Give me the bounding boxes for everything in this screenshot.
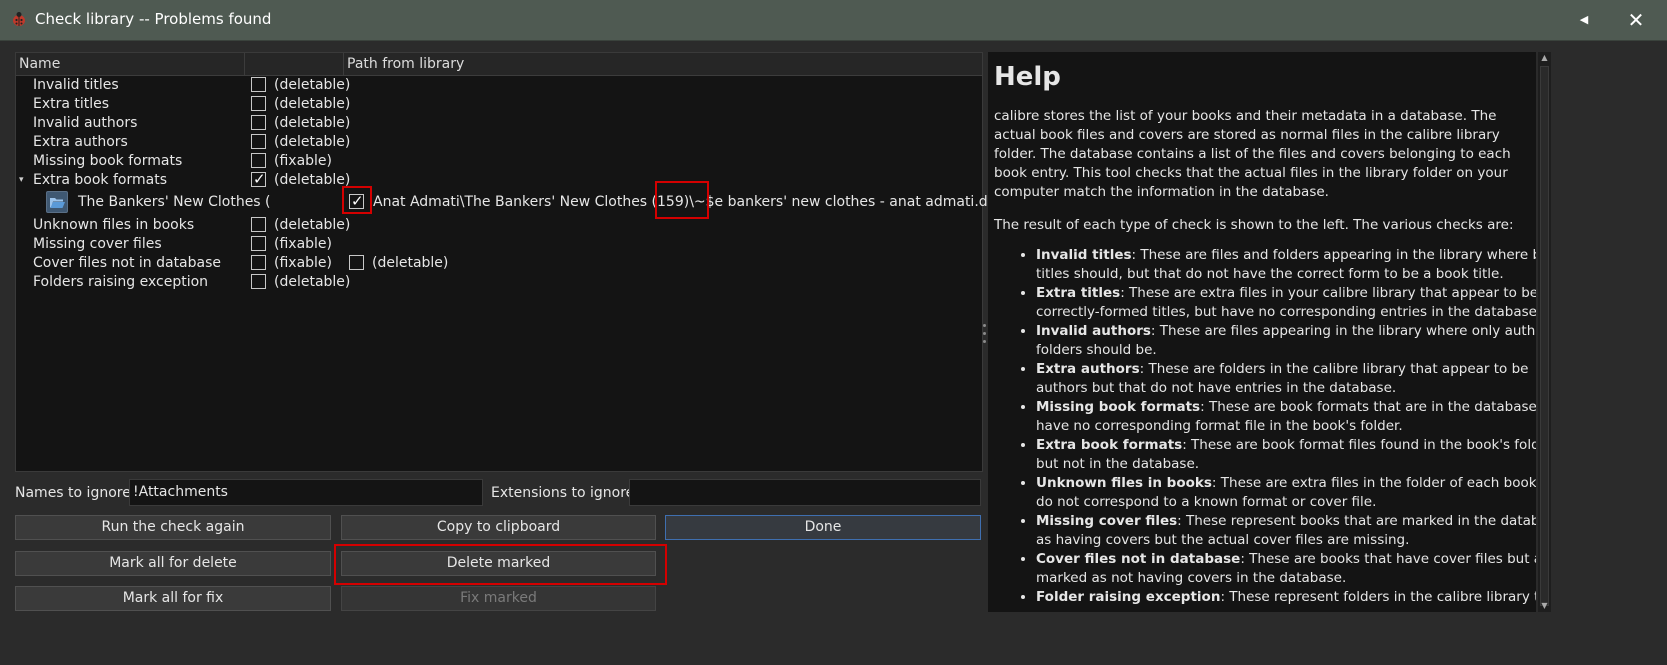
tree-row-invalid-authors[interactable]: Invalid authors (deletable) <box>16 114 982 133</box>
tree-row-extra-book-formats[interactable]: ▾ Extra book formats (deletable) <box>16 170 982 190</box>
tree-child-row[interactable]: The Bankers' New Clothes ( Anat Admati\T… <box>16 190 1012 214</box>
list-item: Missing book formats: These are book for… <box>1036 398 1536 436</box>
row-name: Folders raising exception <box>33 274 209 290</box>
help-intro: calibre stores the list of your books an… <box>994 108 1511 200</box>
extensions-to-ignore-input[interactable] <box>629 479 981 506</box>
row-name: Invalid titles <box>33 77 119 93</box>
done-button[interactable]: Done <box>665 515 981 540</box>
tree-row-extra-authors[interactable]: Extra authors (deletable) <box>16 133 982 152</box>
row-checkbox[interactable] <box>251 236 266 251</box>
window-title: Check library -- Problems found <box>35 10 272 28</box>
tree-row-invalid-titles[interactable]: Invalid titles (deletable) <box>16 76 982 95</box>
mark-all-for-delete-button[interactable]: Mark all for delete <box>15 551 331 576</box>
mark-all-for-fix-button[interactable]: Mark all for fix <box>15 586 331 611</box>
row-checkbox[interactable] <box>251 274 266 289</box>
row-name: Extra book formats <box>33 172 167 188</box>
tree-row-missing-book-formats[interactable]: Missing book formats (fixable) <box>16 152 982 171</box>
list-item: Unknown files in books: These are extra … <box>1036 474 1536 512</box>
list-item: Folder raising exception: These represen… <box>1036 588 1536 607</box>
column-header-name[interactable]: Name <box>16 53 245 75</box>
title-bar: Check library -- Problems found ◀ ✕ <box>0 0 1667 41</box>
splitter-handle[interactable] <box>983 324 987 350</box>
row-state: (deletable) <box>274 274 351 290</box>
row-name: Invalid authors <box>33 115 138 131</box>
column-header-check[interactable] <box>245 53 344 75</box>
row-state: (deletable) <box>274 115 351 131</box>
scroll-down-icon[interactable]: ▼ <box>1538 600 1551 612</box>
tree-header: Name Path from library <box>16 53 982 76</box>
collapse-back-icon[interactable]: ◀ <box>1570 6 1598 34</box>
folder-open-icon <box>46 191 68 213</box>
copy-to-clipboard-button[interactable]: Copy to clipboard <box>341 515 656 540</box>
row-checkbox[interactable] <box>251 96 266 111</box>
list-item: Invalid authors: These are files appeari… <box>1036 322 1536 360</box>
help-title: Help <box>994 62 1061 92</box>
list-item: Cover files not in database: These are b… <box>1036 550 1536 588</box>
row-state: (fixable) <box>274 236 332 252</box>
row-state: (deletable) <box>274 172 351 188</box>
list-item: Extra book formats: These are book forma… <box>1036 436 1536 474</box>
row-checkbox[interactable] <box>251 134 266 149</box>
help-check-list: Invalid titles: These are files and fold… <box>994 246 1536 607</box>
row-checkbox[interactable] <box>251 170 266 188</box>
row-state: (fixable) <box>274 255 332 271</box>
row-state: (deletable) <box>274 77 351 93</box>
row-state: (deletable) <box>274 217 351 233</box>
row-checkbox[interactable] <box>251 115 266 130</box>
row-state: (deletable) <box>274 96 351 112</box>
tree-row-unknown-files[interactable]: Unknown files in books (deletable) <box>16 216 982 235</box>
child-book-name: The Bankers' New Clothes ( <box>78 194 271 210</box>
column-header-path[interactable]: Path from library <box>344 53 982 75</box>
extensions-to-ignore-label: Extensions to ignore: <box>491 485 639 501</box>
names-to-ignore-input[interactable]: !Attachments <box>129 479 483 506</box>
list-item: Extra authors: These are folders in the … <box>1036 360 1536 398</box>
row-name: Extra authors <box>33 134 128 150</box>
list-item: Extra titles: These are extra files in y… <box>1036 284 1536 322</box>
highlight-box-filename <box>655 181 709 219</box>
row-state-secondary: (deletable) <box>372 255 449 271</box>
delete-marked-button[interactable]: Delete marked <box>341 551 656 576</box>
list-item: Invalid titles: These are files and fold… <box>1036 246 1536 284</box>
problems-tree[interactable]: Name Path from library Invalid titles (d… <box>15 52 1012 472</box>
help-panel: Help calibre stores the list of your boo… <box>988 52 1536 612</box>
names-to-ignore-label: Names to ignore: <box>15 485 136 501</box>
tree-row-cover-files-not-in-db[interactable]: Cover files not in database (fixable) (d… <box>16 254 982 273</box>
run-check-again-button[interactable]: Run the check again <box>15 515 331 540</box>
help-scrollbar-thumb[interactable] <box>1540 66 1549 606</box>
help-checks-intro: The result of each type of check is show… <box>994 217 1514 233</box>
row-name: Unknown files in books <box>33 217 195 233</box>
expand-arrow-icon[interactable]: ▾ <box>19 171 24 190</box>
close-icon[interactable]: ✕ <box>1622 6 1650 34</box>
row-checkbox[interactable] <box>251 255 266 270</box>
row-name: Missing book formats <box>33 153 183 169</box>
row-name: Missing cover files <box>33 236 162 252</box>
row-name: Cover files not in database <box>33 255 222 271</box>
row-state: (fixable) <box>274 153 332 169</box>
row-state: (deletable) <box>274 134 351 150</box>
row-checkbox[interactable] <box>251 77 266 92</box>
tree-row-folders-raising-exception[interactable]: Folders raising exception (deletable) <box>16 273 982 292</box>
list-item: Missing cover files: These represent boo… <box>1036 512 1536 550</box>
tree-row-extra-titles[interactable]: Extra titles (deletable) <box>16 95 982 114</box>
row-checkbox-secondary[interactable] <box>349 255 364 270</box>
highlight-box-checkbox <box>342 186 372 214</box>
calibre-ladybug-icon <box>13 12 25 26</box>
tree-row-missing-cover-files[interactable]: Missing cover files (fixable) <box>16 235 982 254</box>
row-name: Extra titles <box>33 96 110 112</box>
row-checkbox[interactable] <box>251 153 266 168</box>
row-checkbox[interactable] <box>251 217 266 232</box>
scroll-up-icon[interactable]: ▲ <box>1538 52 1551 64</box>
fix-marked-button: Fix marked <box>341 586 656 611</box>
